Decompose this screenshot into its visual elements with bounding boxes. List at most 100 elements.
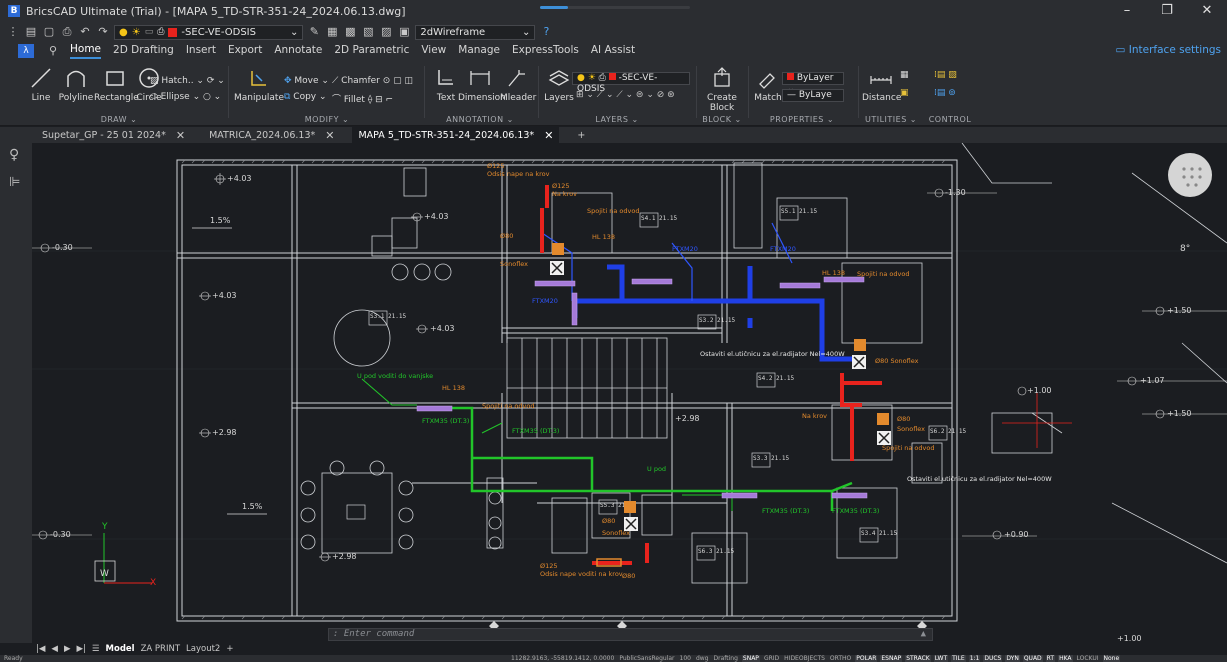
close-icon[interactable]: ✕ bbox=[544, 129, 553, 142]
tab-layout2[interactable]: Layout2 bbox=[186, 644, 220, 654]
units[interactable]: dwg bbox=[695, 655, 710, 662]
polyline-button[interactable]: Polyline bbox=[56, 66, 96, 103]
toggle-polar[interactable]: POLAR bbox=[855, 655, 878, 662]
ribbon-layer-dropdown[interactable]: ● ☀ ⎙ -SEC-VE-ODSIS bbox=[572, 72, 690, 94]
close-icon[interactable]: ✕ bbox=[325, 129, 334, 142]
layer-tools-icon[interactable]: ▦ bbox=[325, 25, 339, 39]
doc-tab[interactable]: MATRICA_2024.06.13* ✕ bbox=[203, 127, 340, 143]
undo-icon[interactable]: ↶ bbox=[78, 25, 92, 39]
hatch-button[interactable]: ▨ Hatch.. ⌄ ⟳ ⌄ bbox=[150, 76, 225, 86]
add-layout-button[interactable]: + bbox=[226, 644, 233, 654]
layer-states-icon[interactable]: ⁞▤ ▨ bbox=[934, 70, 957, 80]
close-button[interactable]: ✕ bbox=[1187, 0, 1227, 22]
toggle-strack[interactable]: STRACK bbox=[905, 655, 931, 662]
match-button[interactable]: Match bbox=[754, 66, 782, 103]
next-layout-icon[interactable]: ▶ bbox=[64, 644, 71, 654]
layer-tools-row[interactable]: ⊞ ⌄ ⟋ ⌄ ⟋ ⌄ ⊜ ⌄ ⊘ ⊛ bbox=[576, 90, 675, 100]
first-layout-icon[interactable]: |◀ bbox=[36, 644, 45, 654]
toggle-tile[interactable]: TILE bbox=[951, 655, 966, 662]
tab-export[interactable]: Export bbox=[228, 44, 262, 58]
layers-button[interactable]: Layers bbox=[544, 66, 574, 103]
help-icon[interactable]: ? bbox=[539, 25, 553, 39]
match-properties-icon[interactable]: ✎ bbox=[307, 25, 321, 39]
tab-view[interactable]: View bbox=[421, 44, 446, 58]
create-block-button[interactable]: Create Block bbox=[702, 66, 742, 113]
move-button[interactable]: ✥ Move ⌄ bbox=[284, 76, 329, 86]
toggle-quad[interactable]: QUAD bbox=[1022, 655, 1043, 662]
prev-layout-icon[interactable]: ◀ bbox=[51, 644, 58, 654]
layout-list-icon[interactable]: ☰ bbox=[92, 644, 100, 654]
tab-expresstools[interactable]: ExpressTools bbox=[512, 44, 579, 58]
command-line-input[interactable]: : Enter command ▲ bbox=[328, 628, 933, 641]
calculator-icon[interactable]: ▦ bbox=[900, 70, 909, 80]
new-tab-button[interactable]: + bbox=[571, 127, 591, 143]
floor-plan-drawing[interactable]: S3.1 21.15 S4.1 21.15 S5.1 21.15 S3.2 21… bbox=[32, 143, 1227, 643]
chamfer-button[interactable]: ⟋ Chamfer ⊙ ▢ ◫ bbox=[332, 76, 413, 86]
doc-tab-active[interactable]: MAPA 5_TD-STR-351-24_2024.06.13* ✕ bbox=[352, 127, 560, 143]
toggle-scale[interactable]: 1:1 bbox=[968, 655, 981, 662]
toggle-ducs[interactable]: DUCS bbox=[983, 655, 1003, 662]
toggle-ortho[interactable]: ORTHO bbox=[829, 655, 852, 662]
doc-tab[interactable]: Supetar_GP - 25 01 2024* ✕ bbox=[36, 127, 191, 143]
tab-ai-assist[interactable]: AI Assist bbox=[591, 44, 635, 58]
toggle-dyn[interactable]: DYN bbox=[1005, 655, 1020, 662]
toggle-lwt[interactable]: LWT bbox=[933, 655, 949, 662]
copy-button[interactable]: ⧉ Copy ⌄ bbox=[284, 92, 327, 102]
toggle-none[interactable]: None bbox=[1102, 655, 1121, 662]
select-similar-icon[interactable]: ▣ bbox=[900, 88, 909, 98]
toggle-lockui[interactable]: LOCKUI bbox=[1076, 655, 1100, 662]
tab-home[interactable]: Home bbox=[70, 43, 102, 59]
search-icon[interactable]: ⚲ bbox=[46, 44, 60, 58]
caret-up-icon[interactable]: ▲ bbox=[921, 629, 926, 640]
toggle-esnap[interactable]: ESNAP bbox=[880, 655, 903, 662]
tab-za-print[interactable]: ZA PRINT bbox=[141, 644, 180, 654]
layer-dropdown[interactable]: ● ☀ ▭ ⎙ -SEC-VE-ODSIS ⌄ bbox=[114, 24, 304, 40]
redo-icon[interactable]: ↷ bbox=[96, 25, 110, 39]
line-icon bbox=[31, 68, 51, 88]
linetype-dropdown[interactable]: — ByLaye bbox=[782, 89, 844, 102]
toggle-rt[interactable]: RT bbox=[1045, 655, 1056, 662]
svg-text:-0.30: -0.30 bbox=[50, 530, 71, 539]
restore-button[interactable]: ❐ bbox=[1147, 0, 1187, 22]
ellipse-button[interactable]: ⬭ Ellipse ⌄ ○ ⌄ bbox=[150, 92, 221, 102]
toggle-hideobjects[interactable]: HIDEOBJECTS bbox=[783, 655, 826, 662]
toggle-hka[interactable]: HKA bbox=[1058, 655, 1073, 662]
current-scale[interactable]: 100 bbox=[679, 655, 692, 662]
text-button[interactable]: Text bbox=[432, 66, 460, 103]
tab-2d-parametric[interactable]: 2D Parametric bbox=[334, 44, 409, 58]
mleader-button[interactable]: Mleader bbox=[500, 66, 536, 103]
layer-walk-icon[interactable]: ▨ bbox=[379, 25, 393, 39]
line-button[interactable]: Line bbox=[24, 66, 58, 103]
open-file-icon[interactable]: ▢ bbox=[42, 25, 56, 39]
color-dropdown[interactable]: ByLayer ⌄ bbox=[782, 72, 844, 94]
drawing-canvas[interactable]: S3.1 21.15 S4.1 21.15 S5.1 21.15 S3.2 21… bbox=[32, 143, 1227, 643]
application-menu-button[interactable]: λ bbox=[18, 44, 34, 58]
rectangle-button[interactable]: Rectangle bbox=[94, 66, 139, 103]
interface-settings-button[interactable]: ▭ Interface settings bbox=[1116, 44, 1221, 56]
dimension-button[interactable]: Dimension bbox=[458, 66, 506, 103]
svg-text:HL 138: HL 138 bbox=[822, 269, 845, 277]
tab-annotate[interactable]: Annotate bbox=[274, 44, 322, 58]
toggle-grid[interactable]: GRID bbox=[763, 655, 780, 662]
fillet-button[interactable]: ⌒ Fillet ⟠ ⊟ ⌐ bbox=[332, 92, 393, 105]
new-file-icon[interactable]: ▤ bbox=[24, 25, 38, 39]
lightbulb-icon[interactable]: ♀ bbox=[9, 147, 19, 163]
layer-isolate-icon[interactable]: ▧ bbox=[361, 25, 375, 39]
close-icon[interactable]: ✕ bbox=[176, 129, 185, 142]
manipulate-button[interactable]: Manipulate bbox=[234, 66, 284, 103]
current-font[interactable]: PublicSansRegular bbox=[618, 655, 675, 662]
workspace[interactable]: Drafting bbox=[713, 655, 739, 662]
minimize-button[interactable]: – bbox=[1107, 0, 1147, 22]
tab-2d-drafting[interactable]: 2D Drafting bbox=[113, 44, 174, 58]
tab-insert[interactable]: Insert bbox=[186, 44, 216, 58]
print-icon[interactable]: ⎙ bbox=[60, 25, 74, 39]
tab-model[interactable]: Model bbox=[106, 644, 135, 654]
tab-manage[interactable]: Manage bbox=[458, 44, 500, 58]
properties-icon[interactable]: ⁞▤ ⊚ bbox=[934, 88, 956, 98]
last-layout-icon[interactable]: ▶| bbox=[77, 644, 86, 654]
distance-button[interactable]: Distance bbox=[862, 66, 901, 103]
structure-tree-icon[interactable]: ⊫ bbox=[9, 175, 20, 190]
layer-states-icon[interactable]: ▩ bbox=[343, 25, 357, 39]
visual-style-dropdown[interactable]: 2dWireframe ⌄ bbox=[415, 24, 536, 40]
toggle-snap[interactable]: SNAP bbox=[741, 655, 760, 662]
